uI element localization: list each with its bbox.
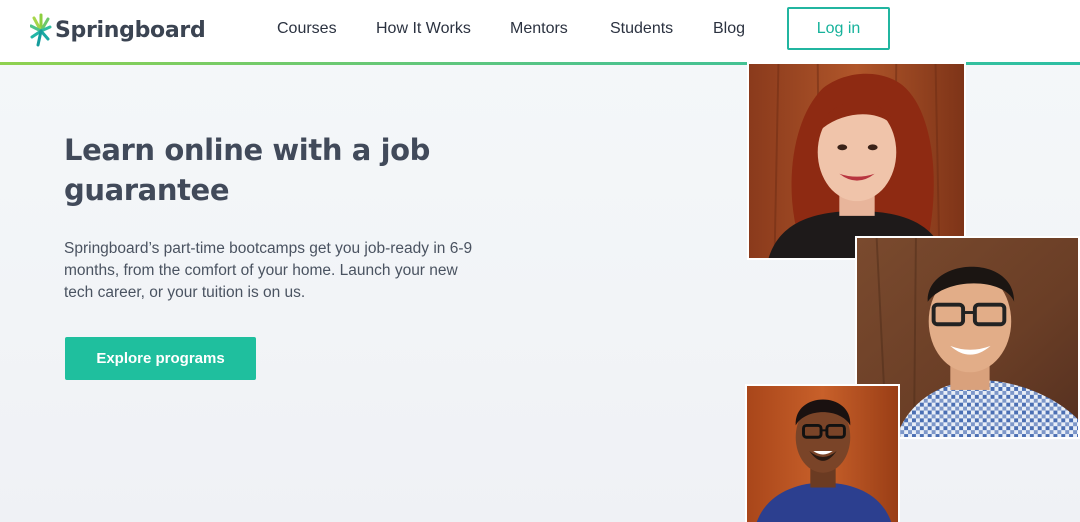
nav-courses[interactable]: Courses <box>277 20 337 38</box>
site-header: Springboard Courses How It Works Mentors… <box>0 0 1080 62</box>
logo-text: Springboard <box>55 17 206 43</box>
springboard-logo-icon <box>30 13 52 47</box>
nav-students[interactable]: Students <box>610 20 673 38</box>
mentor-photo-man-beard <box>745 384 900 522</box>
nav-mentors[interactable]: Mentors <box>510 20 568 38</box>
nav-how-it-works[interactable]: How It Works <box>376 20 471 38</box>
springboard-logo[interactable]: Springboard <box>30 12 206 48</box>
page-title: Learn online with a job guarantee <box>64 133 431 207</box>
explore-programs-button[interactable]: Explore programs <box>65 337 256 380</box>
hero-description: Springboard’s part-time bootcamps get yo… <box>64 240 473 301</box>
nav-blog[interactable]: Blog <box>713 20 745 38</box>
login-button[interactable]: Log in <box>787 7 890 50</box>
mentor-photo-woman <box>747 62 966 260</box>
